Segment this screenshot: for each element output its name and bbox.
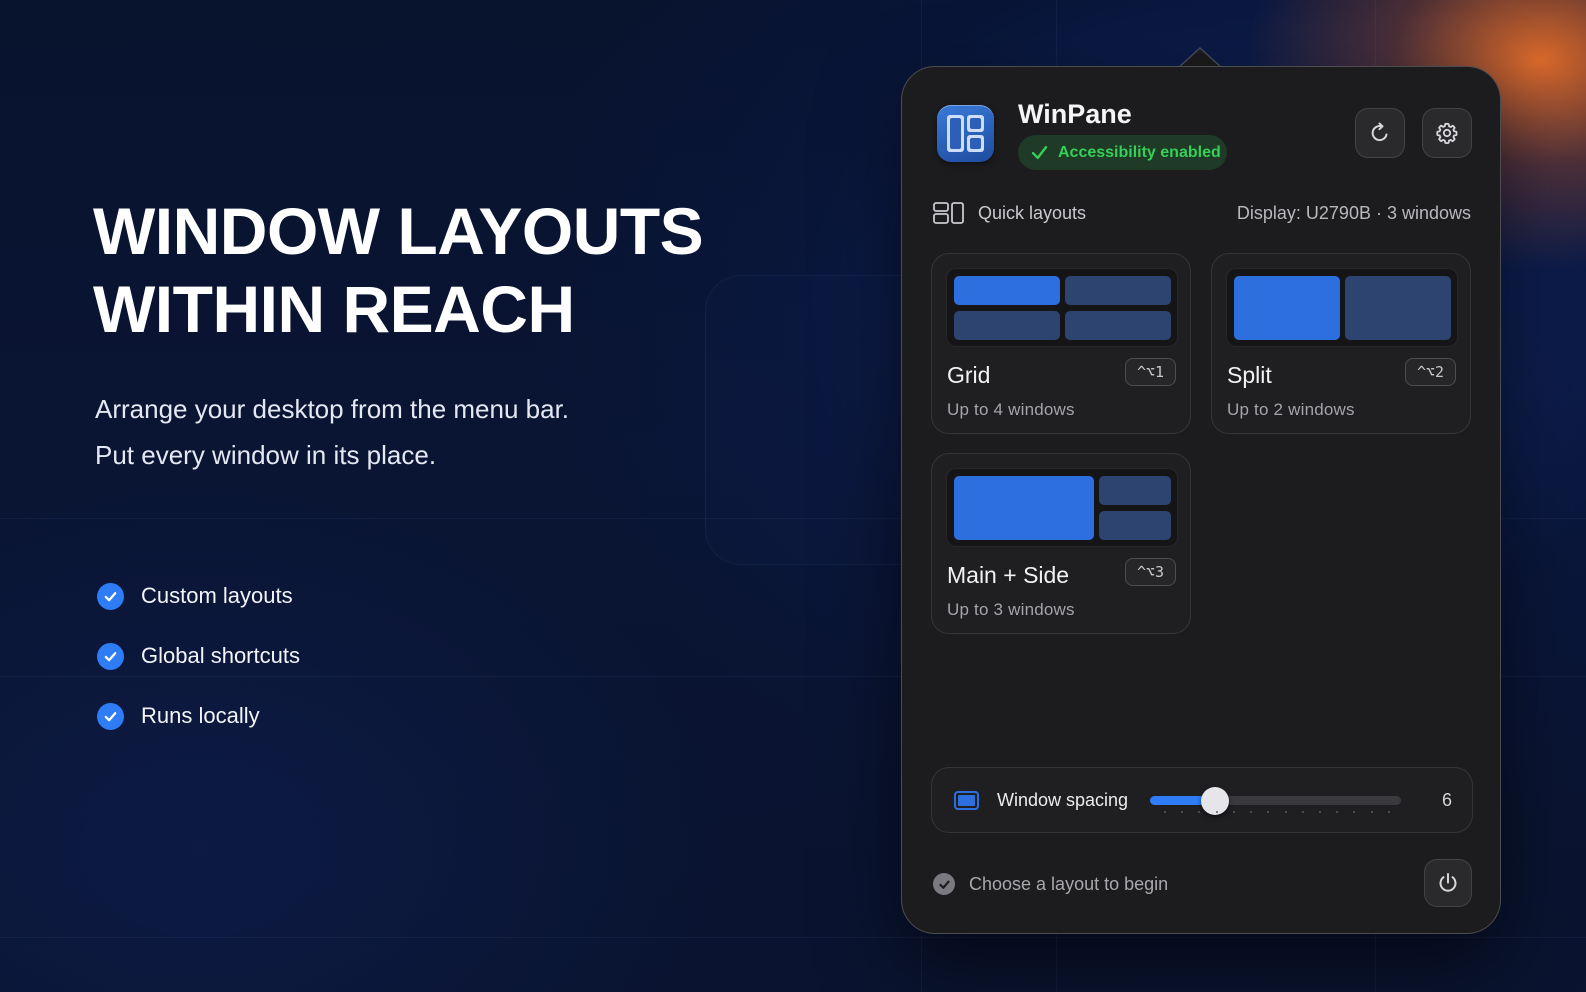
shortcut-badge: ^⌥3 (1125, 558, 1176, 586)
feature-label: Runs locally (141, 703, 260, 728)
check-icon (97, 642, 124, 670)
layout-card-title: Split (1227, 362, 1272, 388)
footer-status: Choose a layout to begin (933, 873, 1168, 895)
quick-layouts-header: Quick layouts Display: U2790B · 3 window… (933, 201, 1471, 225)
check-icon (1031, 145, 1048, 160)
shortcut-badge: ^⌥1 (1125, 358, 1176, 386)
layout-card-split[interactable]: Split ^⌥2 Up to 2 windows (1211, 253, 1471, 434)
layout-card-subtitle: Up to 2 windows (1227, 400, 1355, 419)
quick-layouts-heading: Quick layouts (978, 202, 1087, 223)
hero-title-line2: WITHIN REACH (93, 272, 575, 346)
footer-status-text: Choose a layout to begin (969, 873, 1169, 894)
app-logo-icon (937, 105, 994, 162)
layout-preview-main-side (946, 468, 1178, 547)
slider-ticks (1164, 811, 1390, 814)
feature-item: Global shortcuts (97, 626, 300, 686)
layout-preview-split (1226, 268, 1458, 347)
feature-item: Custom layouts (97, 566, 300, 626)
feature-list: Custom layouts Global shortcuts Runs loc… (97, 566, 300, 746)
feature-label: Global shortcuts (141, 643, 300, 668)
layout-card-main-side[interactable]: Main + Side ^⌥3 Up to 3 windows (931, 453, 1191, 634)
app-name: WinPane (1018, 99, 1132, 129)
check-icon (97, 702, 124, 730)
refresh-icon (1371, 122, 1388, 142)
feature-label: Custom layouts (141, 583, 293, 608)
window-spacing-value: 6 (1441, 790, 1452, 810)
shortcut-badge: ^⌥2 (1405, 358, 1456, 386)
hero-subtitle-line1: Arrange your desktop from the menu bar. (95, 394, 570, 424)
window-spacing-icon (954, 791, 979, 810)
display-info: Display: U2790B · 3 windows (1236, 202, 1471, 223)
layout-card-subtitle: Up to 3 windows (947, 600, 1075, 619)
power-icon (1439, 873, 1457, 892)
quit-button[interactable] (1424, 859, 1472, 907)
accessibility-status-text: Accessibility enabled (1058, 143, 1221, 161)
layout-preview-grid (946, 268, 1178, 347)
settings-button[interactable] (1422, 108, 1472, 158)
accessibility-status-badge: Accessibility enabled (1018, 135, 1227, 170)
check-icon (97, 582, 124, 610)
layout-icon (933, 202, 964, 224)
hero-subtitle: Arrange your desktop from the menu bar. … (95, 386, 715, 478)
gear-icon (1436, 122, 1458, 144)
window-spacing-label: Window spacing (997, 790, 1129, 810)
window-spacing-control: Window spacing 6 (931, 767, 1473, 833)
hero-title: WINDOW LAYOUTS WITHIN REACH (93, 192, 733, 348)
feature-item: Runs locally (97, 686, 300, 746)
layout-card-subtitle: Up to 4 windows (947, 400, 1075, 419)
refresh-button[interactable] (1355, 108, 1405, 158)
window-spacing-slider[interactable] (1150, 787, 1401, 815)
hero-title-line1: WINDOW LAYOUTS (93, 194, 704, 268)
layout-card-title: Main + Side (947, 562, 1070, 588)
popover-arrow (1178, 46, 1222, 68)
hero-subtitle-line2: Put every window in its place. (95, 440, 437, 470)
layout-card-title: Grid (947, 362, 991, 388)
menu-bar-popover: WinPane Accessibility enabled Quick layo… (901, 66, 1501, 934)
check-icon (933, 873, 955, 895)
layout-card-grid[interactable]: Grid ^⌥1 Up to 4 windows (931, 253, 1191, 434)
